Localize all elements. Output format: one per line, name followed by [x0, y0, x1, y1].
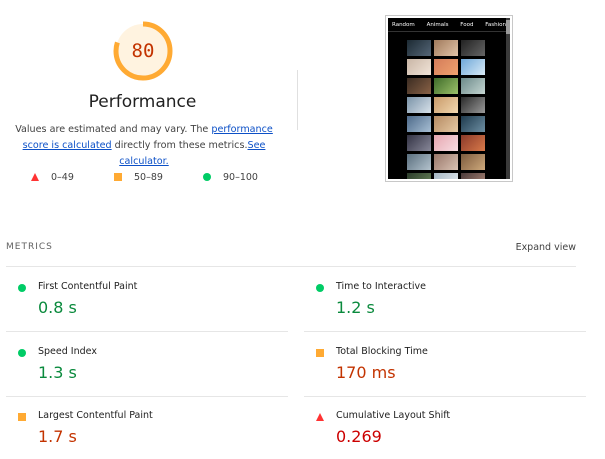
metric-label: Time to Interactive — [336, 281, 426, 292]
circle-icon — [18, 349, 26, 357]
performance-description: Values are estimated and may vary. The p… — [4, 122, 284, 170]
photo-tile — [407, 97, 431, 113]
screenshot-scrollbar — [506, 18, 510, 179]
metric-label: Speed Index — [38, 346, 97, 357]
photo-tile — [434, 59, 458, 75]
desc-middle: directly from these metrics. — [111, 140, 248, 151]
metric-value: 170 ms — [336, 363, 396, 382]
photo-tile — [434, 40, 458, 56]
screenshot-nav-item: Animals — [426, 21, 449, 28]
screenshot-nav-item: Random — [392, 21, 415, 28]
metric-value: 1.7 s — [38, 427, 77, 446]
photo-tile — [407, 59, 431, 75]
photo-tile — [461, 40, 485, 56]
metrics-divider — [304, 396, 586, 397]
gauge-score: 80 — [131, 40, 155, 62]
photo-tile — [407, 40, 431, 56]
metrics-divider — [304, 331, 586, 332]
photo-tile — [434, 173, 458, 179]
legend-pass: 90–100 — [203, 171, 258, 183]
performance-gauge[interactable]: 80 — [112, 20, 174, 82]
photo-tile — [434, 116, 458, 132]
screenshot-nav-item: Food — [460, 21, 474, 28]
screenshot-image: Random Animals Food Fashion — [388, 18, 510, 179]
circle-icon — [18, 284, 26, 292]
metrics-header: METRICS — [6, 242, 53, 252]
photo-tile — [434, 135, 458, 151]
photo-tile — [461, 59, 485, 75]
square-icon — [316, 349, 324, 357]
photo-tile — [461, 135, 485, 151]
square-icon — [18, 413, 26, 421]
photo-tile — [461, 154, 485, 170]
photo-tile — [407, 78, 431, 94]
metrics-divider — [6, 331, 288, 332]
metrics-divider — [6, 266, 576, 267]
legend-average: 50–89 — [114, 171, 163, 183]
photo-tile — [407, 116, 431, 132]
performance-title: Performance — [88, 92, 197, 112]
circle-icon — [316, 284, 324, 292]
square-icon — [114, 173, 122, 181]
photo-tile — [407, 173, 431, 179]
expand-view-button[interactable]: Expand view — [516, 242, 576, 253]
photo-tile — [461, 78, 485, 94]
photo-tile — [407, 135, 431, 151]
photo-tile — [461, 97, 485, 113]
photo-tile — [407, 154, 431, 170]
metrics-divider — [6, 396, 288, 397]
metric-value: 1.3 s — [38, 363, 77, 382]
photo-tile — [434, 97, 458, 113]
metric-value: 0.269 — [336, 427, 382, 446]
legend-average-label: 50–89 — [134, 171, 163, 183]
photo-tile — [434, 78, 458, 94]
screenshot-photo-grid — [407, 40, 485, 179]
legend-pass-label: 90–100 — [223, 171, 258, 183]
photo-tile — [461, 173, 485, 179]
vertical-divider — [297, 70, 298, 130]
triangle-icon — [316, 413, 324, 421]
desc-prefix: Values are estimated and may vary. The — [15, 124, 212, 135]
metric-value: 0.8 s — [38, 298, 77, 317]
legend-fail-label: 0–49 — [51, 171, 74, 183]
final-screenshot[interactable]: Random Animals Food Fashion — [385, 15, 513, 182]
screenshot-nav-item: Fashion — [485, 21, 506, 28]
metric-label: Cumulative Layout Shift — [336, 410, 451, 421]
metric-label: First Contentful Paint — [38, 281, 138, 292]
legend-fail: 0–49 — [31, 171, 74, 183]
screenshot-nav: Random Animals Food Fashion — [388, 18, 510, 32]
triangle-icon — [31, 173, 39, 181]
metric-label: Largest Contentful Paint — [38, 410, 153, 421]
photo-tile — [434, 154, 458, 170]
photo-tile — [461, 116, 485, 132]
metric-value: 1.2 s — [336, 298, 375, 317]
metric-label: Total Blocking Time — [336, 346, 428, 357]
circle-icon — [203, 173, 211, 181]
screenshot-scrollbar-thumb — [506, 20, 510, 34]
